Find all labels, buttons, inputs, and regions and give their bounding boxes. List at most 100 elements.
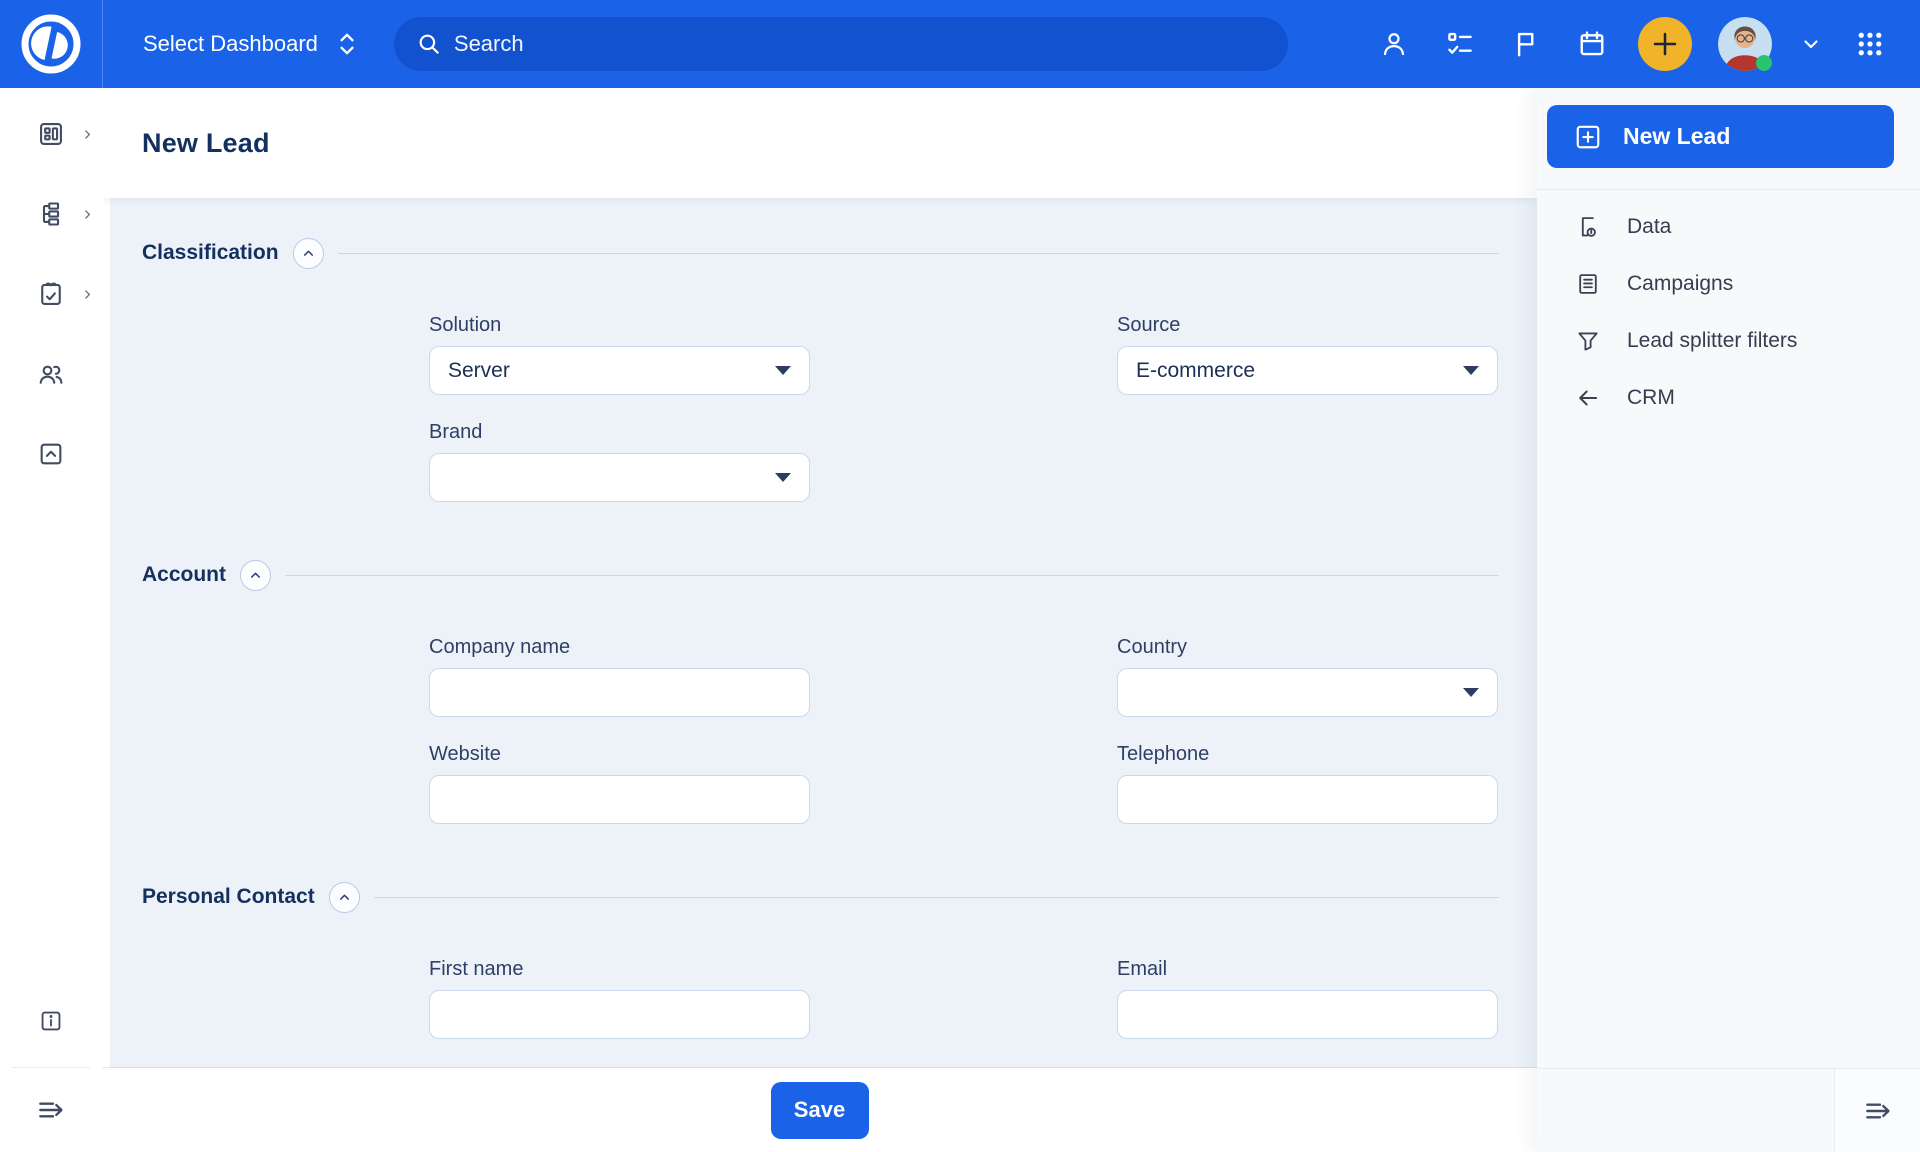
solution-select[interactable]: Server	[429, 346, 810, 395]
search-input[interactable]	[454, 31, 1266, 57]
section-title: Personal Contact	[142, 885, 315, 909]
dashboard-selector[interactable]: Select Dashboard	[143, 31, 360, 57]
caret-down-icon	[775, 473, 791, 482]
plus-square-icon	[1573, 122, 1603, 152]
new-lead-button[interactable]: New Lead	[1547, 105, 1894, 168]
section-divider-line	[338, 253, 1499, 254]
header-divider	[102, 0, 103, 88]
panel-menu: Data Campaigns Lead splitter filters	[1537, 190, 1920, 426]
caret-down-icon	[775, 366, 791, 375]
apps-grid-button[interactable]	[1850, 24, 1890, 64]
sidebar-item-tasks[interactable]	[0, 262, 102, 326]
section-divider-line	[374, 897, 1499, 898]
info-button[interactable]	[0, 993, 102, 1049]
expand-right-panel-button[interactable]	[1862, 1095, 1894, 1127]
header-icon-group	[1374, 17, 1920, 71]
panel-footer-cell	[1834, 1069, 1920, 1152]
section-title: Account	[142, 563, 226, 587]
top-navigation-bar: Select Dashboard	[0, 0, 1920, 88]
section-header: Personal Contact	[110, 880, 1537, 914]
flag-icon-button[interactable]	[1506, 24, 1546, 64]
left-sidebar	[0, 88, 102, 1152]
field-label: Country	[1117, 636, 1498, 659]
flag-icon	[1511, 29, 1541, 59]
field-telephone: Telephone	[1117, 743, 1498, 824]
section-header: Account	[110, 558, 1537, 592]
page-title: New Lead	[142, 128, 270, 159]
panel-item-label: CRM	[1627, 386, 1675, 410]
sidebar-item-dashboards[interactable]	[0, 102, 102, 166]
company-name-input[interactable]	[429, 668, 810, 717]
document-lines-icon	[1575, 271, 1601, 297]
sidebar-item-contacts[interactable]	[0, 342, 102, 406]
field-company-name: Company name	[429, 636, 810, 717]
expand-panel-icon	[1862, 1095, 1894, 1127]
app-logo[interactable]	[0, 0, 102, 88]
quick-add-button[interactable]	[1638, 17, 1692, 71]
panel-item-data[interactable]: Data	[1537, 198, 1920, 255]
field-solution: Solution Server	[429, 314, 810, 395]
collapse-section-button[interactable]	[240, 560, 271, 591]
calendar-icon-button[interactable]	[1572, 24, 1612, 64]
user-avatar[interactable]	[1718, 17, 1772, 71]
online-status-dot	[1756, 55, 1772, 71]
section-title: Classification	[142, 241, 279, 265]
email-input[interactable]	[1117, 990, 1498, 1039]
info-icon	[38, 1008, 64, 1034]
field-email: Email	[1117, 958, 1498, 1039]
collapse-section-button[interactable]	[329, 882, 360, 913]
panel-item-label: Campaigns	[1627, 272, 1733, 296]
hierarchy-icon	[37, 200, 65, 228]
expand-sidebar-button[interactable]	[0, 1068, 102, 1152]
unfold-icon	[334, 31, 360, 57]
field-label: Website	[429, 743, 810, 766]
section-account: Account Company name Country	[110, 558, 1537, 824]
section-personal-contact: Personal Contact First name Email	[110, 880, 1537, 1039]
panel-item-lead-splitter-filters[interactable]: Lead splitter filters	[1537, 312, 1920, 369]
section-classification: Classification Solution Server	[110, 236, 1537, 502]
panel-footer	[1537, 1068, 1920, 1152]
page-header: New Lead	[102, 88, 1537, 198]
field-source: Source E-commerce	[1117, 314, 1498, 395]
section-fields: Company name Country Website	[110, 636, 1537, 824]
first-name-input[interactable]	[429, 990, 810, 1039]
panel-item-label: Lead splitter filters	[1627, 329, 1797, 353]
sidebar-item-hierarchy[interactable]	[0, 182, 102, 246]
field-website: Website	[429, 743, 810, 824]
field-brand: Brand	[429, 421, 810, 502]
sidebar-footer	[0, 993, 102, 1152]
website-input[interactable]	[429, 775, 810, 824]
source-select[interactable]: E-commerce	[1117, 346, 1498, 395]
user-icon	[1379, 29, 1409, 59]
calendar-icon	[1577, 29, 1607, 59]
app-root: Select Dashboard	[0, 0, 1920, 1152]
tasks-icon-button[interactable]	[1440, 24, 1480, 64]
chevron-right-icon	[81, 128, 94, 141]
save-button[interactable]: Save	[771, 1082, 869, 1139]
field-first-name: First name	[429, 958, 810, 1039]
panel-item-label: Data	[1627, 215, 1671, 239]
new-lead-button-label: New Lead	[1623, 123, 1730, 150]
field-label: Source	[1117, 314, 1498, 337]
collapse-section-button[interactable]	[293, 238, 324, 269]
brand-select[interactable]	[429, 453, 810, 502]
caret-down-icon	[1463, 366, 1479, 375]
search-icon	[416, 31, 442, 57]
panel-item-crm[interactable]: CRM	[1537, 369, 1920, 426]
select-value: E-commerce	[1136, 359, 1255, 383]
user-icon-button[interactable]	[1374, 24, 1414, 64]
form-footer: Save	[102, 1068, 1537, 1152]
panel-footer-spacer	[1537, 1069, 1834, 1152]
telephone-input[interactable]	[1117, 775, 1498, 824]
main-content: New Lead Classification Solution	[102, 88, 1537, 1152]
panel-item-campaigns[interactable]: Campaigns	[1537, 255, 1920, 312]
sidebar-item-collapse-box[interactable]	[0, 422, 102, 486]
file-attachment-icon	[1575, 214, 1601, 240]
search-bar[interactable]	[394, 17, 1288, 71]
avatar-menu-chevron[interactable]	[1798, 24, 1824, 64]
field-label: Telephone	[1117, 743, 1498, 766]
logo-icon	[19, 12, 83, 76]
box-chevron-up-icon	[37, 440, 65, 468]
country-select[interactable]	[1117, 668, 1498, 717]
arrow-left-icon	[1575, 385, 1601, 411]
